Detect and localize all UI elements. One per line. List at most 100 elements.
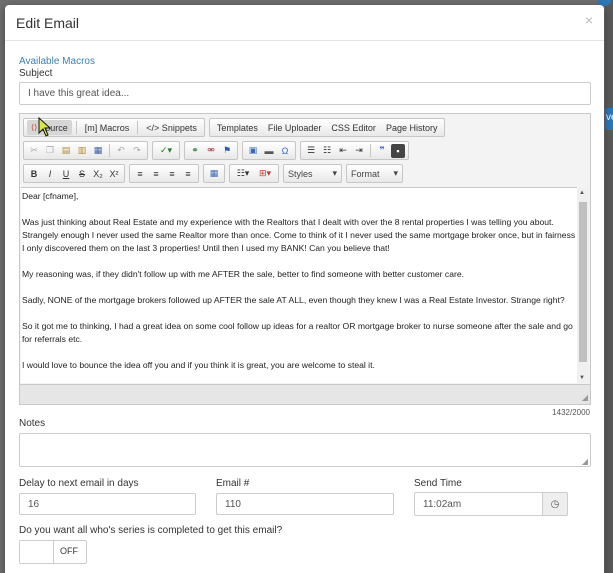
editor-paragraph: Dear [cfname], [22, 191, 79, 201]
toolbar-group-blocks: ▦ [203, 164, 225, 183]
toolbar-group-tools: Templates File Uploader CSS Editor Page … [208, 118, 446, 137]
align-center-icon[interactable]: ≡ [149, 167, 163, 181]
toolbar-separator [370, 144, 371, 157]
paste-word-icon[interactable]: ▦ [91, 144, 105, 158]
unlink-icon[interactable]: ⚮ [204, 144, 218, 158]
superscript-icon[interactable]: X² [107, 167, 121, 181]
close-icon[interactable]: × [585, 12, 593, 28]
delay-label: Delay to next email in days [19, 478, 139, 489]
editor-paragraph: I would love to bounce the idea off you … [22, 360, 375, 370]
toolbar-separator [109, 144, 110, 157]
toolbar-row-2: ✂ ❐ ▤ ▥ ▦ ↶ ↷ ✓▾ ⚭ ⚮ ⚑ ▣ ▬ Ω ☰ ☷ ⇤ ⇥ ❞ ▪ [23, 141, 409, 160]
toolbar-group-lists: ☰ ☷ ⇤ ⇥ ❞ ▪ [300, 141, 409, 160]
format-dropdown[interactable]: Format ▾ [346, 164, 403, 183]
rich-text-editor: ⟨⟩ Source [m] Macros </> Snippets Templa… [19, 113, 591, 405]
indent-icon[interactable]: ⇥ [352, 144, 366, 158]
cut-icon[interactable]: ✂ [27, 144, 41, 158]
table-icon[interactable]: ⊞▾ [255, 167, 275, 181]
templates-button[interactable]: Templates [213, 120, 262, 135]
clock-icon[interactable]: ◷ [542, 492, 568, 516]
toolbar-group-clipboard: ✂ ❐ ▤ ▥ ▦ ↶ ↷ [23, 141, 148, 160]
bold-icon[interactable]: B [27, 167, 41, 181]
link-icon[interactable]: ⚭ [188, 144, 202, 158]
subject-label: Subject [19, 68, 53, 79]
series-toggle[interactable]: OFF [19, 540, 87, 564]
subject-input[interactable]: I have this great idea... [19, 82, 591, 105]
italic-icon[interactable]: I [43, 167, 57, 181]
editor-paragraph: So it got me to thinking, I had a great … [22, 321, 573, 344]
source-icon: ⟨⟩ [31, 123, 38, 132]
redo-icon[interactable]: ↷ [130, 144, 144, 158]
outdent-icon[interactable]: ⇤ [336, 144, 350, 158]
resize-grip-icon[interactable]: ◢ [582, 393, 588, 402]
notes-textarea[interactable]: ◢ [19, 433, 591, 467]
anchor-icon[interactable]: ⚑ [220, 144, 234, 158]
notes-label: Notes [19, 418, 46, 429]
styles-dropdown[interactable]: Styles ▾ [283, 164, 342, 183]
email-number-label: Email # [216, 478, 250, 489]
special-char-icon[interactable]: Ω [278, 144, 292, 158]
strikethrough-icon[interactable]: S [75, 167, 89, 181]
spellcheck-icon[interactable]: ✓▾ [156, 144, 176, 158]
modal-header: Edit Email × [5, 5, 604, 41]
page-history-button[interactable]: Page History [382, 120, 442, 135]
copy-icon[interactable]: ❐ [43, 144, 57, 158]
chevron-down-icon: ▾ [393, 168, 398, 178]
horizontal-line-icon[interactable]: ▬ [262, 144, 276, 158]
subscript-icon[interactable]: X₂ [91, 167, 105, 181]
toolbar-row-3: B I U S X₂ X² ≡ ≡ ≡ ≡ ▦ ☷▾ ⊞▾ Styles ▾ F… [23, 164, 403, 183]
toolbar-group-table: ☷▾ ⊞▾ [229, 164, 279, 183]
show-blocks-icon[interactable]: ▦ [207, 167, 221, 181]
editor-scrollbar[interactable]: ▲ ▼ [577, 188, 589, 383]
character-count: 1432/2000 [552, 408, 590, 417]
available-macros-link[interactable]: Available Macros [19, 56, 95, 67]
toolbar-group-align: ≡ ≡ ≡ ≡ [129, 164, 199, 183]
editor-paragraph: Was just thinking about Real Estate and … [22, 217, 576, 253]
toolbar-group-spell: ✓▾ [152, 141, 180, 160]
backdrop-save-button: ve [605, 108, 613, 130]
align-justify-icon[interactable]: ≡ [181, 167, 195, 181]
delay-input[interactable]: 16 [19, 493, 196, 515]
toggle-knob [20, 541, 54, 563]
toolbar-group-links: ⚭ ⚮ ⚑ [184, 141, 238, 160]
file-uploader-button[interactable]: File Uploader [264, 120, 326, 135]
toolbar-separator [137, 121, 139, 134]
toolbar-row-1: ⟨⟩ Source [m] Macros </> Snippets Templa… [23, 118, 446, 137]
toolbar-separator [75, 121, 77, 134]
series-question-label: Do you want all who's series is complete… [19, 525, 283, 536]
toolbar-group-insert: ▣ ▬ Ω [242, 141, 296, 160]
paste-text-icon[interactable]: ▥ [75, 144, 89, 158]
blockquote-icon[interactable]: ❞ [375, 144, 389, 158]
numbered-list-icon[interactable]: ☰ [304, 144, 318, 158]
scroll-down-icon[interactable]: ▼ [579, 375, 585, 381]
macros-button[interactable]: [m] Macros [81, 120, 134, 135]
toolbar-group-basic-styles: B I U S X₂ X² [23, 164, 125, 183]
editor-footer: ◢ [20, 384, 590, 404]
editor-paragraph: My reasoning was, if they didn't follow … [22, 269, 465, 279]
layout-icon[interactable]: ☷▾ [233, 167, 253, 181]
editor-content[interactable]: Dear [cfname], Was just thinking about R… [21, 187, 577, 383]
align-left-icon[interactable]: ≡ [133, 167, 147, 181]
backdrop [605, 0, 613, 573]
scroll-thumb[interactable] [579, 202, 587, 362]
send-time-input[interactable]: 11:02am [414, 492, 543, 516]
modal-title: Edit Email [16, 15, 80, 31]
underline-icon[interactable]: U [59, 167, 73, 181]
image-icon[interactable]: ▣ [246, 144, 260, 158]
send-time-label: Send Time [414, 478, 462, 489]
mouse-cursor-icon [38, 117, 52, 137]
undo-icon[interactable]: ↶ [114, 144, 128, 158]
iframe-icon[interactable]: ▪ [391, 143, 405, 158]
bulleted-list-icon[interactable]: ☷ [320, 144, 334, 158]
toggle-state: OFF [60, 546, 78, 556]
snippets-button[interactable]: </> Snippets [142, 120, 201, 135]
paste-icon[interactable]: ▤ [59, 144, 73, 158]
email-number-input[interactable]: 110 [216, 493, 394, 515]
edit-email-modal: Edit Email × Available Macros Subject I … [5, 5, 604, 573]
chevron-down-icon: ▾ [332, 168, 337, 178]
scroll-up-icon[interactable]: ▲ [579, 190, 585, 196]
css-editor-button[interactable]: CSS Editor [327, 120, 380, 135]
align-right-icon[interactable]: ≡ [165, 167, 179, 181]
editor-paragraph: Sadly, NONE of the mortgage brokers foll… [22, 295, 565, 305]
resize-grip-icon[interactable]: ◢ [582, 457, 588, 466]
